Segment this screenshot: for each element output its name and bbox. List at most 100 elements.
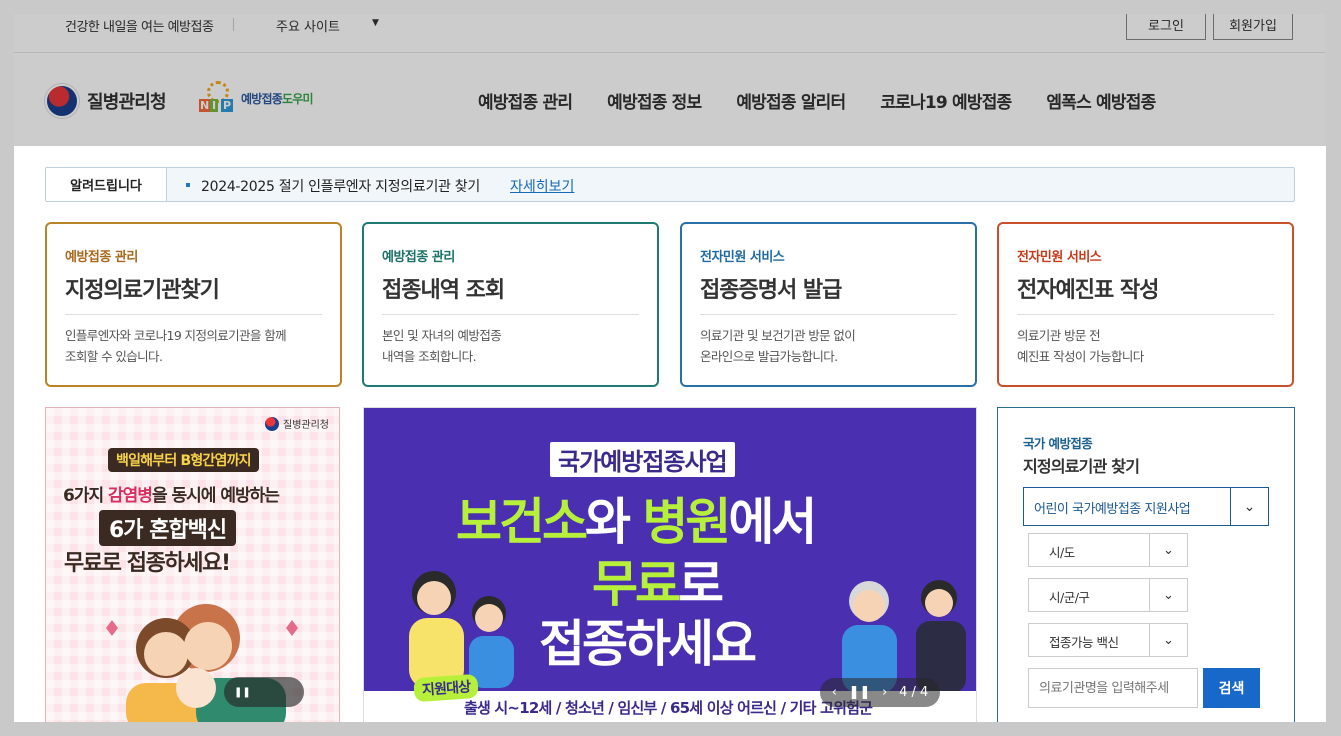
- page: 건강한 내일을 여는 예방접종 주요 사이트 ▼ 로그인 회원가입 질병관리청 …: [14, 14, 1326, 722]
- vaccine-select-value: 접종가능 백신: [1049, 635, 1119, 650]
- chevron-down-icon[interactable]: ⌄: [1230, 488, 1268, 525]
- card-desc-line: 의료기관 방문 전: [1017, 328, 1101, 343]
- sigungu-select-value: 시/군/구: [1049, 590, 1090, 605]
- card-divider: [65, 314, 322, 315]
- chevron-right-icon[interactable]: ›: [882, 685, 887, 700]
- face-shape: [184, 622, 232, 670]
- baby-face: [176, 668, 216, 708]
- chevron-down-icon[interactable]: ⌄: [1149, 624, 1187, 656]
- banner-logo-text: 질병관리청: [283, 420, 329, 431]
- hexavalent-vaccine-banner[interactable]: 질병관리청 백일해부터 B형간염까지 6가지 감염병을 동시에 예방하는 6가 …: [45, 407, 340, 722]
- clinic-finder: 국가 예방접종 지정의료기관 찾기 어린이 국가예방접종 지원사업 ⌄ 시/도 …: [997, 407, 1295, 722]
- nav-covid19[interactable]: 코로나19 예방접종: [880, 88, 1012, 113]
- banner-line1-c: 병원: [642, 493, 731, 551]
- card-divider: [1017, 314, 1274, 315]
- card-desc: 본인 및 자녀의 예방접종 내역을 조회합니다.: [382, 325, 502, 367]
- sido-select[interactable]: 시/도 ⌄: [1028, 533, 1188, 567]
- card-desc-line: 본인 및 자녀의 예방접종: [382, 328, 502, 343]
- nip-logo-text: 예방접종도우미: [241, 90, 313, 107]
- family-illustration: [409, 571, 514, 688]
- nav-vaccination-management[interactable]: 예방접종 관리: [478, 88, 573, 113]
- banner-highlight-box: 6가 혼합백신: [99, 510, 237, 546]
- face-shape: [475, 604, 503, 632]
- banner-line1-a: 보건소: [456, 493, 588, 551]
- banner-line1-d: 에서: [728, 493, 817, 551]
- card-title: 지정의료기관찾기: [65, 278, 220, 303]
- banner-cta-text: 무료로 접종하세요!: [64, 551, 231, 576]
- search-button[interactable]: 검색: [1203, 668, 1260, 708]
- seniors-illustration: [842, 580, 966, 693]
- card-divider: [382, 314, 639, 315]
- banner-line3: 접종하세요: [539, 615, 757, 673]
- nip-logo[interactable]: N I P 예방접종도우미: [199, 81, 313, 115]
- face-shape: [417, 581, 451, 615]
- banner-title: 국가예방접종사업: [550, 442, 735, 477]
- card-divider: [700, 314, 957, 315]
- chevron-down-icon[interactable]: ⌄: [1149, 534, 1187, 566]
- sigungu-select[interactable]: 시/군/구 ⌄: [1028, 578, 1188, 612]
- pause-button[interactable]: ❚❚: [224, 677, 304, 707]
- banner-headline: 6가지 감염병을 동시에 예방하는: [63, 481, 280, 506]
- card-category: 예방접종 관리: [382, 250, 455, 265]
- program-select[interactable]: 어린이 국가예방접종 지원사업 ⌄: [1023, 487, 1269, 526]
- banner-headline-a: 6가지: [63, 486, 109, 506]
- kdca-emblem-icon: [265, 416, 279, 431]
- nav-mpox[interactable]: 엠폭스 예방접종: [1046, 88, 1156, 113]
- card-desc: 의료기관 및 보건기관 방문 없이 온라인으로 발급가능합니다.: [700, 325, 856, 367]
- program-select-value: 어린이 국가예방접종 지원사업: [1034, 502, 1191, 517]
- divider: [233, 18, 234, 31]
- nip-name-b: 도우미: [281, 91, 314, 106]
- finder-title: 지정의료기관 찾기: [1023, 457, 1140, 476]
- card-desc-line: 온라인으로 발급가능합니다.: [700, 349, 838, 364]
- card-desc: 인플루엔자와 코로나19 지정의료기관을 함께 조회할 수 있습니다.: [65, 325, 287, 367]
- face-shape: [144, 632, 188, 676]
- card-desc-line: 조회할 수 있습니다.: [65, 349, 163, 364]
- banner-line1-b: 와: [585, 493, 643, 551]
- notice-more-link[interactable]: 자세히보기: [510, 176, 574, 196]
- nav-vaccination-alerts[interactable]: 예방접종 알리터: [736, 88, 846, 113]
- notice-tag: 알려드립니다: [46, 168, 167, 201]
- card-category: 전자민원 서비스: [700, 250, 785, 265]
- banner-headline-b: 감염병: [108, 486, 153, 506]
- main-sites-dropdown[interactable]: 주요 사이트: [276, 16, 340, 35]
- main-nav: 예방접종 관리 예방접종 정보 예방접종 알리터 코로나19 예방접종 엠폭스 …: [478, 88, 1156, 113]
- slide-counter: 4 / 4: [899, 685, 929, 700]
- nip-sun-icon: N I P: [199, 81, 237, 115]
- notice-bar: 알려드립니다 2024-2025 절기 인플루엔자 지정의료기관 찾기 자세히보…: [45, 167, 1295, 202]
- signup-button[interactable]: 회원가입: [1213, 14, 1293, 40]
- card-find-clinic[interactable]: 예방접종 관리 지정의료기관찾기 인플루엔자와 코로나19 지정의료기관을 함께…: [45, 222, 342, 387]
- kdca-logo[interactable]: 질병관리청: [45, 84, 167, 118]
- slogan: 건강한 내일을 여는 예방접종: [65, 20, 214, 35]
- card-vaccination-history[interactable]: 예방접종 관리 접종내역 조회 본인 및 자녀의 예방접종 내역을 조회합니다.: [362, 222, 659, 387]
- banner-headline-c: 을 동시에 예방하는: [151, 486, 280, 506]
- card-title: 전자예진표 작성: [1017, 278, 1159, 303]
- chevron-down-icon[interactable]: ⌄: [1149, 579, 1187, 611]
- notice-text[interactable]: 2024-2025 절기 인플루엔자 지정의료기관 찾기: [201, 176, 480, 196]
- nip-letter-p: P: [221, 99, 234, 112]
- face-shape: [925, 589, 953, 617]
- kdca-emblem-icon: [45, 84, 79, 118]
- site-header: 질병관리청 N I P 예방접종도우미 예방접종 관리 예방접종 정보 예방접종…: [14, 52, 1326, 146]
- national-vaccination-banner[interactable]: 국가예방접종사업 보건소와 병원에서 무료로 접종하세요 지원대상 출생 시~1…: [363, 407, 977, 722]
- card-title: 접종증명서 발급: [700, 278, 842, 303]
- card-e-questionnaire[interactable]: 전자민원 서비스 전자예진표 작성 의료기관 방문 전 예진표 작성이 가능합니…: [997, 222, 1294, 387]
- nav-vaccination-info[interactable]: 예방접종 정보: [607, 88, 702, 113]
- nip-letter-n: N: [199, 99, 211, 112]
- caret-down-icon[interactable]: ▼: [372, 18, 379, 28]
- login-button[interactable]: 로그인: [1126, 14, 1206, 40]
- nip-name-a: 예방접종: [241, 91, 283, 106]
- pause-icon[interactable]: ❚❚: [849, 685, 871, 700]
- heart-icon: [286, 620, 298, 636]
- card-title: 접종내역 조회: [382, 278, 505, 303]
- slider-controls: ‹ ❚❚ › 4 / 4: [820, 678, 940, 707]
- card-certificate[interactable]: 전자민원 서비스 접종증명서 발급 의료기관 및 보건기관 방문 없이 온라인으…: [680, 222, 977, 387]
- vaccine-select[interactable]: 접종가능 백신 ⌄: [1028, 623, 1188, 657]
- banner-pill: 백일해부터 B형간염까지: [108, 448, 259, 472]
- chevron-left-icon[interactable]: ‹: [832, 685, 837, 700]
- banner-kdca-logo: 질병관리청: [265, 416, 329, 431]
- clinic-name-input[interactable]: [1028, 668, 1198, 708]
- heart-icon: [106, 620, 118, 636]
- card-category: 전자민원 서비스: [1017, 250, 1102, 265]
- target-groups: 출생 시~12세 / 청소년 / 임신부 / 65세 이상 어르신 / 기타 고…: [464, 699, 873, 717]
- nip-letter-i: I: [210, 99, 219, 112]
